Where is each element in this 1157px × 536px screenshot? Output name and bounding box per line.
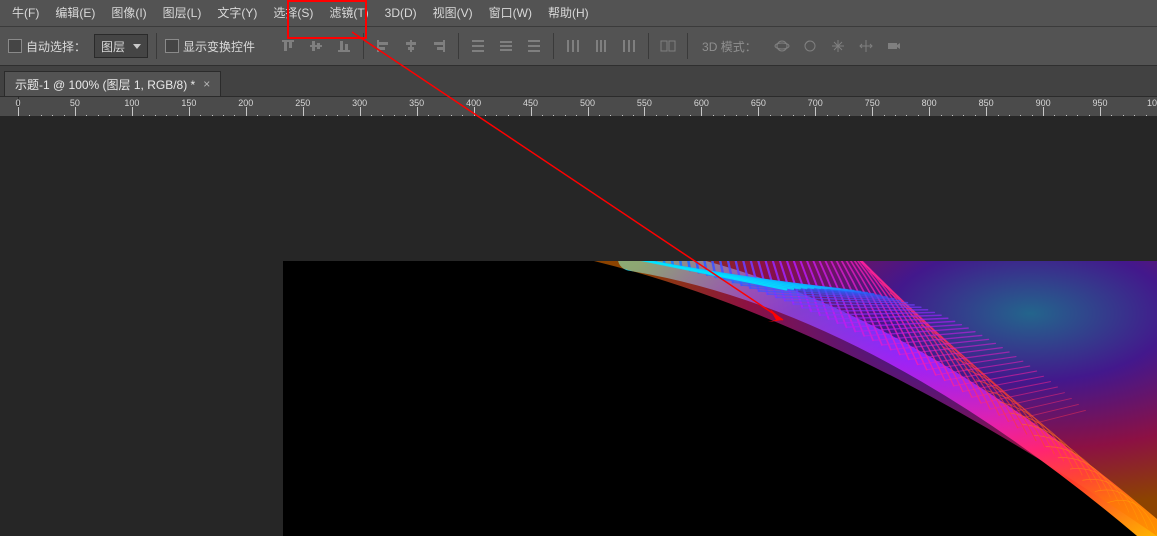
layer-dropdown-label: 图层 bbox=[101, 38, 125, 55]
options-bar: 自动选择： 图层 显示变换控件 3D 模式： bbox=[0, 27, 1157, 66]
distribute-vcenter-icon[interactable] bbox=[495, 35, 517, 57]
distribute-top-icon[interactable] bbox=[467, 35, 489, 57]
show-transform-label: 显示变换控件 bbox=[183, 38, 255, 55]
menu-view[interactable]: 视图(V) bbox=[425, 0, 481, 26]
separator bbox=[648, 33, 649, 59]
menu-edit[interactable]: 编辑(E) bbox=[47, 0, 103, 26]
auto-align-icon[interactable] bbox=[657, 35, 679, 57]
menu-3d[interactable]: 3D(D) bbox=[377, 0, 425, 26]
document-tab-title: 示题-1 @ 100% (图层 1, RGB/8) * bbox=[15, 76, 195, 93]
align-right-icon[interactable] bbox=[428, 35, 450, 57]
feather-image bbox=[283, 261, 1157, 536]
distribute-bottom-icon[interactable] bbox=[523, 35, 545, 57]
show-transform-checkbox[interactable]: 显示变换控件 bbox=[165, 38, 255, 55]
menu-type[interactable]: 文字(Y) bbox=[209, 0, 265, 26]
checkbox-box-icon bbox=[8, 39, 22, 53]
checkbox-box-icon bbox=[165, 39, 179, 53]
orbit-icon[interactable] bbox=[771, 35, 793, 57]
roll-icon[interactable] bbox=[799, 35, 821, 57]
camera-icon[interactable] bbox=[883, 35, 905, 57]
mode3d-group bbox=[771, 35, 905, 57]
align-group-2 bbox=[372, 35, 450, 57]
distribute-left-icon[interactable] bbox=[562, 35, 584, 57]
auto-select-checkbox[interactable]: 自动选择： bbox=[8, 38, 86, 55]
menu-layer[interactable]: 图层(L) bbox=[155, 0, 210, 26]
pan-icon[interactable] bbox=[827, 35, 849, 57]
menu-window[interactable]: 窗口(W) bbox=[481, 0, 540, 26]
distribute-hcenter-icon[interactable] bbox=[590, 35, 612, 57]
document-tab-bar: 示题-1 @ 100% (图层 1, RGB/8) * × bbox=[0, 66, 1157, 97]
menu-bar: 牛(F) 编辑(E) 图像(I) 图层(L) 文字(Y) 选择(S) 滤镜(T)… bbox=[0, 0, 1157, 27]
close-icon[interactable]: × bbox=[203, 77, 210, 91]
separator bbox=[553, 33, 554, 59]
separator bbox=[687, 33, 688, 59]
menu-image[interactable]: 图像(I) bbox=[103, 0, 154, 26]
separator bbox=[156, 33, 157, 59]
distribute-group-1 bbox=[467, 35, 545, 57]
chevron-down-icon bbox=[133, 44, 141, 49]
workspace[interactable] bbox=[0, 116, 1157, 536]
menu-file[interactable]: 牛(F) bbox=[4, 0, 47, 26]
layer-dropdown[interactable]: 图层 bbox=[94, 34, 148, 58]
document-canvas[interactable] bbox=[283, 261, 1157, 536]
auto-select-label: 自动选择： bbox=[26, 38, 86, 55]
align-hcenter-icon[interactable] bbox=[400, 35, 422, 57]
distribute-group-2 bbox=[562, 35, 640, 57]
mode3d-label: 3D 模式： bbox=[696, 38, 763, 55]
slide-icon[interactable] bbox=[855, 35, 877, 57]
distribute-right-icon[interactable] bbox=[618, 35, 640, 57]
align-left-icon[interactable] bbox=[372, 35, 394, 57]
separator bbox=[458, 33, 459, 59]
document-tab[interactable]: 示题-1 @ 100% (图层 1, RGB/8) * × bbox=[4, 71, 221, 96]
annotation-highlight-box bbox=[287, 0, 367, 39]
menu-help[interactable]: 帮助(H) bbox=[540, 0, 597, 26]
